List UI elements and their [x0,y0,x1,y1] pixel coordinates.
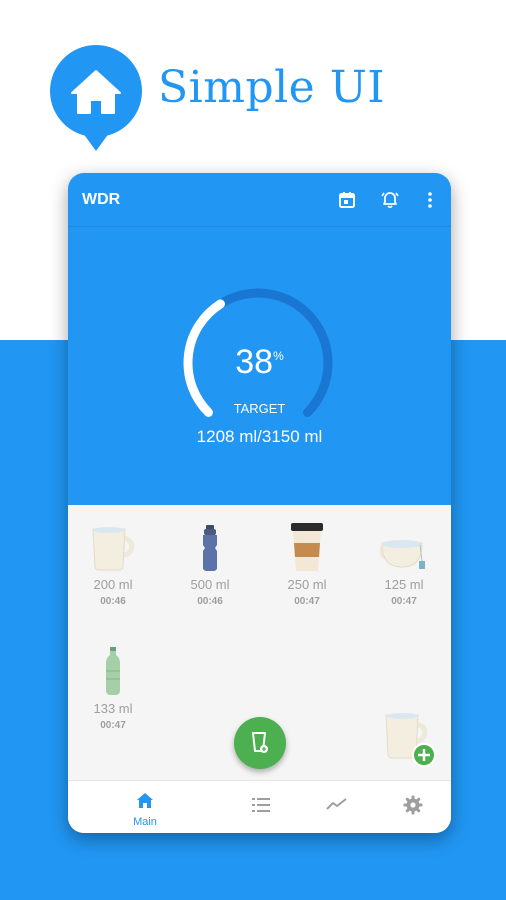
intake-text: 1208 ml/3150 ml [196,427,323,446]
percent-value: 38 [235,343,274,381]
settings-icon [403,795,423,815]
home-pin-icon [50,45,142,151]
more-vert-icon[interactable] [418,188,442,212]
drink-amount: 133 ml [93,701,133,716]
chart-icon [326,798,347,810]
drink-time: 00:46 [100,596,126,607]
app-bar: WDR [68,173,451,227]
tea-cup-icon [359,521,449,571]
add-cup-icon [385,713,436,767]
drink-amount: 125 ml [384,577,424,592]
drink-amount: 250 ml [287,577,327,592]
drink-entry[interactable]: 500 ml 00:46 [165,521,255,607]
drink-entry[interactable]: 133 ml 00:47 [68,645,158,731]
nav-item-settings[interactable] [383,795,443,820]
drink-time: 00:46 [197,596,223,607]
progress-percent: 38% [68,343,451,382]
home-icon [137,793,153,808]
promo-title: Simple UI [158,62,386,113]
nav-item-list[interactable] [231,797,291,818]
drink-entry[interactable]: 200 ml 00:46 [68,521,158,607]
target-label: TARGET [233,401,286,416]
sport-bottle-icon [165,521,255,571]
app-title: WDR [82,191,121,208]
drink-time: 00:47 [294,596,320,607]
bottom-navigation: Main [68,780,451,833]
drink-time: 00:47 [391,596,417,607]
coffee-cup-icon [262,521,352,571]
nav-item-main[interactable]: Main [115,791,175,828]
drink-amount: 500 ml [190,577,230,592]
calendar-icon[interactable] [335,188,359,212]
water-bottle-icon [68,645,158,695]
drink-entry[interactable]: 125 ml 00:47 [359,521,449,607]
drink-amount: 200 ml [93,577,133,592]
alarm-icon[interactable] [378,188,402,212]
drink-entry[interactable]: 250 ml 00:47 [262,521,352,607]
list-icon [252,798,270,812]
nav-item-chart[interactable] [307,797,367,816]
phone-frame: WDR 38% TARGET 1208 ml/3150 ml 200 ml 00… [68,173,451,833]
add-drink-button[interactable] [234,717,286,769]
percent-sign: % [273,349,284,363]
progress-panel: 38% TARGET 1208 ml/3150 ml [68,227,451,505]
nav-label-main: Main [133,816,157,828]
mug-icon [68,521,158,571]
drink-time: 00:47 [100,720,126,731]
add-cup-button[interactable] [380,709,440,769]
add-drink-icon [252,732,268,753]
